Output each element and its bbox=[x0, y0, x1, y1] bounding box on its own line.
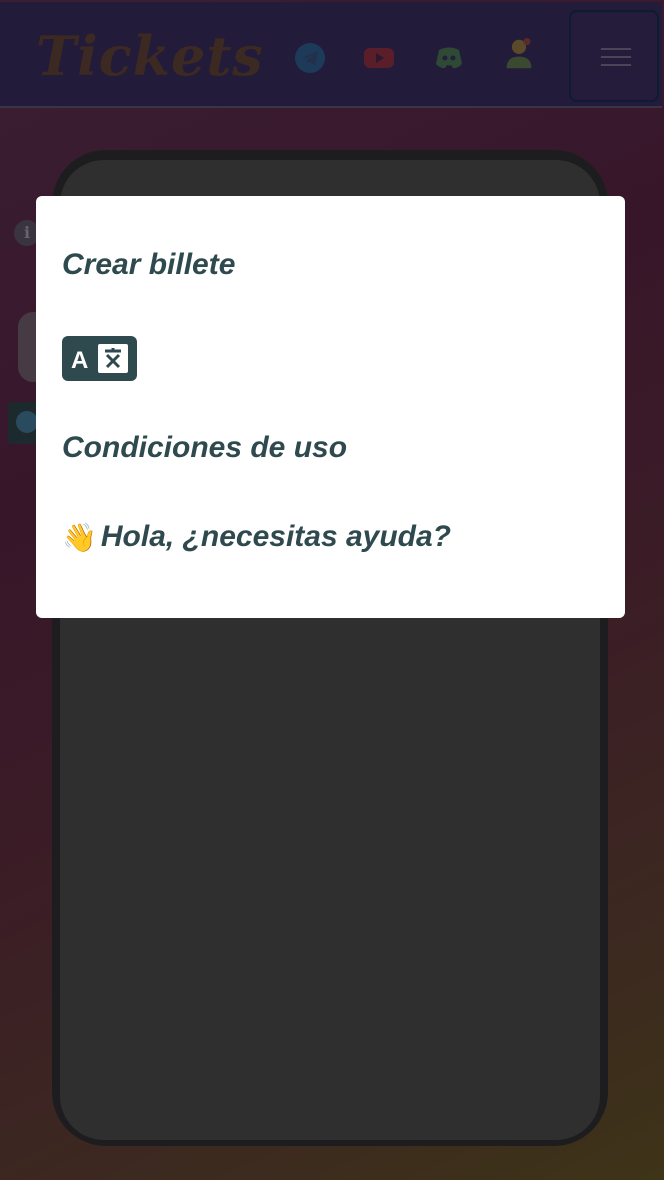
site-logo[interactable]: Tickets bbox=[36, 24, 264, 88]
menu-item-create-ticket[interactable]: Crear billete bbox=[62, 248, 235, 282]
help-label: Hola, ¿necesitas ayuda? bbox=[100, 520, 452, 553]
svg-text:A: A bbox=[71, 347, 88, 374]
youtube-icon[interactable] bbox=[363, 42, 395, 74]
user-icon[interactable] bbox=[503, 38, 535, 70]
telegram-icon[interactable] bbox=[294, 42, 326, 74]
translate-icon[interactable]: A bbox=[62, 336, 137, 381]
menu-item-terms[interactable]: Condiciones de uso bbox=[62, 431, 347, 465]
menu-item-help[interactable]: 👋 Hola, ¿necesitas ayuda? bbox=[62, 520, 451, 554]
header-bar: Tickets bbox=[0, 2, 662, 108]
discord-icon[interactable] bbox=[433, 42, 465, 74]
navigation-menu-modal: Crear billete A Condiciones de uso 👋 Hol… bbox=[36, 196, 625, 618]
translate-glyph: A bbox=[71, 344, 128, 374]
waving-hand-icon: 👋 bbox=[62, 521, 97, 553]
hamburger-menu-icon[interactable] bbox=[569, 10, 659, 102]
